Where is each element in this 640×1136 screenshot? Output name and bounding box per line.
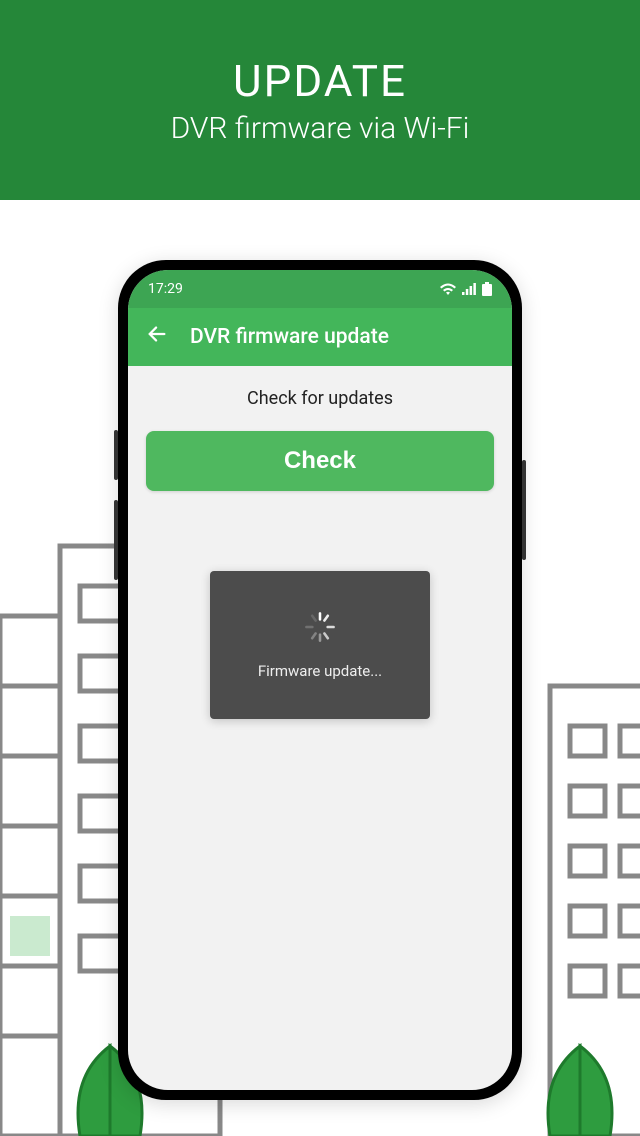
- banner-subtitle: DVR firmware via Wi-Fi: [171, 111, 470, 146]
- loading-modal: Firmware update...: [210, 571, 430, 719]
- battery-icon: [482, 282, 492, 296]
- signal-icon: [462, 283, 476, 295]
- phone-volume-button: [114, 500, 118, 580]
- phone-mockup: 17:29: [118, 260, 522, 1100]
- modal-text: Firmware update...: [258, 662, 382, 680]
- phone-screen: 17:29: [128, 270, 512, 1090]
- wifi-icon: [440, 283, 456, 295]
- check-button[interactable]: Check: [146, 431, 494, 491]
- phone-volume-button: [114, 430, 118, 480]
- status-time: 17:29: [148, 281, 183, 297]
- phone-power-button: [522, 460, 526, 560]
- status-bar: 17:29: [128, 270, 512, 308]
- spinner-icon: [303, 610, 337, 644]
- stage: 17:29: [0, 200, 640, 1136]
- app-bar-title: DVR firmware update: [190, 325, 389, 349]
- check-updates-heading: Check for updates: [247, 388, 393, 409]
- back-arrow-icon[interactable]: [146, 323, 168, 351]
- screen-content: Check for updates Check: [128, 366, 512, 741]
- status-indicators: [440, 282, 492, 296]
- banner-title: UPDATE: [233, 55, 407, 107]
- app-bar: DVR firmware update: [128, 308, 512, 366]
- promo-banner: UPDATE DVR firmware via Wi-Fi: [0, 0, 640, 200]
